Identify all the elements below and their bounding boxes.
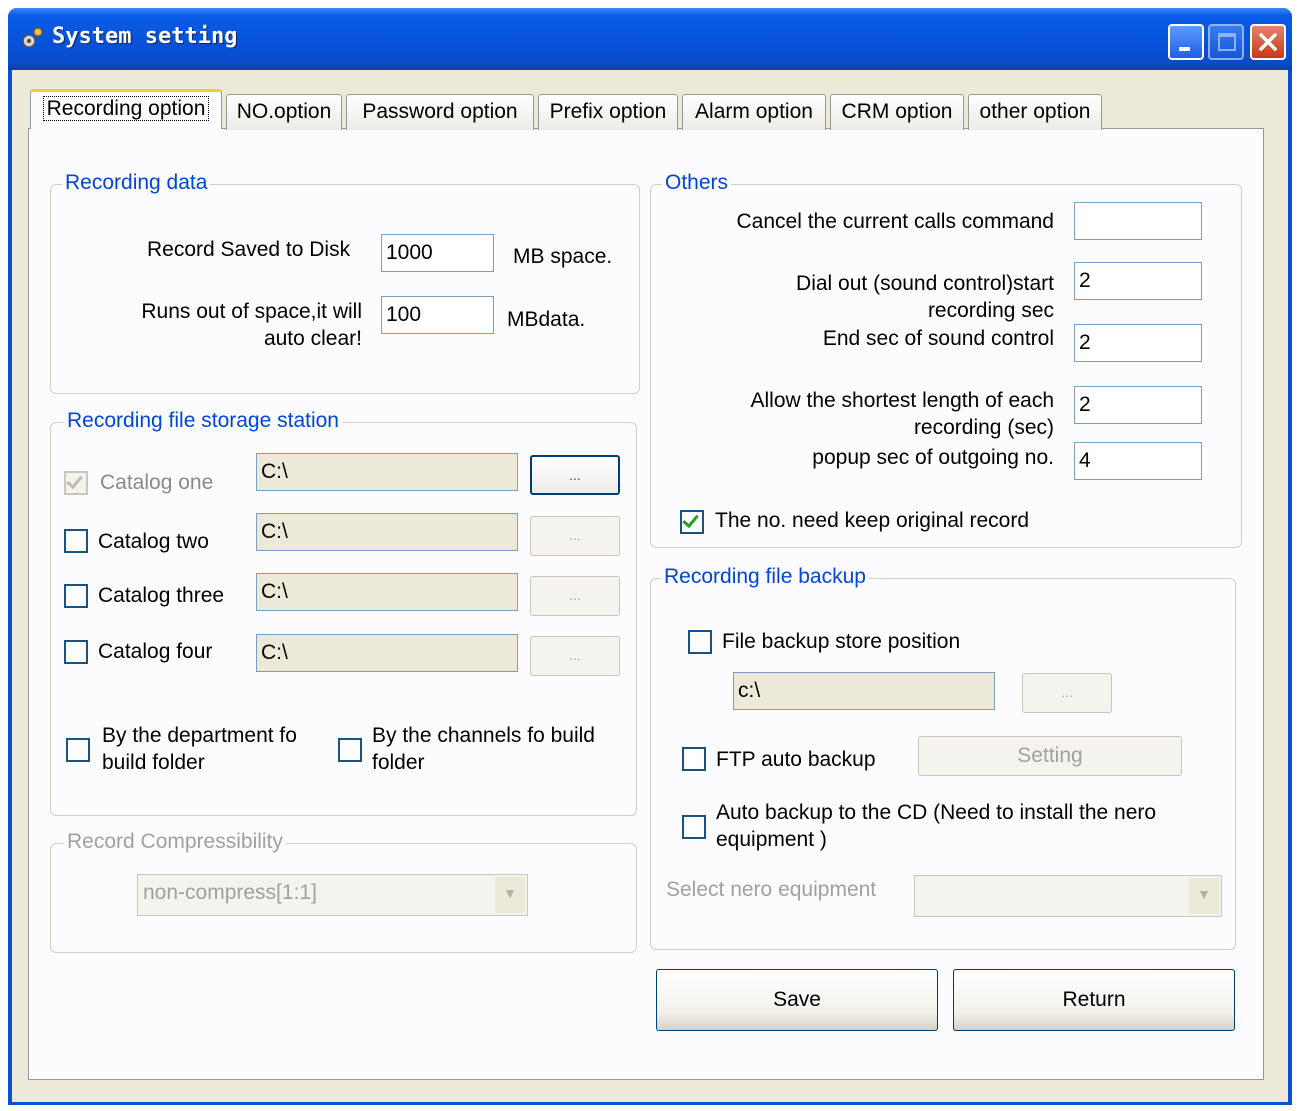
saved-to-disk-label: Record Saved to Disk (147, 238, 351, 261)
maximize-icon (1218, 33, 1236, 51)
saved-to-disk-input[interactable]: 1000 (381, 234, 494, 272)
nero-equipment-select[interactable]: ▼ (914, 875, 1222, 917)
close-button[interactable] (1250, 24, 1286, 60)
minimize-icon (1179, 47, 1190, 51)
popup-sec-input[interactable]: 4 (1074, 442, 1202, 480)
tab-recording-option[interactable]: Recording option (30, 89, 222, 129)
auto-clear-input[interactable]: 100 (381, 296, 494, 334)
channels-folder-checkbox[interactable] (338, 738, 362, 762)
department-folder-label-line2: build folder (102, 751, 205, 774)
catalog-two-label: Catalog two (98, 530, 209, 553)
window-title: System setting (52, 24, 238, 49)
catalog-four-path: C:\ (256, 634, 518, 672)
ftp-backup-label: FTP auto backup (716, 748, 876, 771)
tab-alarm-option[interactable]: Alarm option (682, 94, 826, 130)
mb-space-unit: MB space. (513, 245, 613, 268)
cancel-command-label: Cancel the current calls command (736, 210, 1054, 233)
catalog-four-label: Catalog four (98, 640, 213, 663)
ftp-setting-button[interactable]: Setting (918, 736, 1182, 776)
settings-gear-icon (22, 27, 43, 48)
cd-backup-checkbox[interactable] (682, 815, 706, 839)
return-button[interactable]: Return (953, 969, 1235, 1031)
tab-no-option[interactable]: NO.option (226, 94, 342, 130)
end-sec-label: End sec of sound control (822, 327, 1054, 350)
others-title: Others (662, 171, 732, 195)
compressibility-value: non-compress[1:1] (143, 881, 317, 904)
runs-out-label-line1: Runs out of space,it will (141, 300, 362, 323)
dial-out-label-line1: Dial out (sound control)start (796, 272, 1054, 295)
recording-data-group (50, 184, 640, 394)
tab-crm-option[interactable]: CRM option (830, 94, 964, 130)
runs-out-label-line2: auto clear! (263, 327, 362, 350)
channels-folder-label-line2: folder (372, 751, 425, 774)
tab-other-option[interactable]: other option (968, 94, 1102, 130)
cancel-command-input[interactable] (1074, 202, 1202, 240)
catalog-three-path: C:\ (256, 573, 518, 611)
checkmark-icon (682, 510, 699, 529)
dial-out-label-line2: recording sec (927, 299, 1054, 322)
keep-original-record-label: The no. need keep original record (715, 509, 1030, 532)
storage-station-title: Recording file storage station (64, 409, 342, 433)
keep-original-record-checkbox[interactable] (680, 510, 704, 534)
shortest-length-input[interactable]: 2 (1074, 386, 1202, 424)
backup-title: Recording file backup (661, 565, 869, 589)
catalog-four-checkbox[interactable] (64, 640, 88, 664)
department-folder-label-line1: By the department fo (102, 724, 297, 747)
maximize-button[interactable] (1208, 24, 1244, 60)
ftp-backup-checkbox[interactable] (682, 747, 706, 771)
cd-backup-label-line1: Auto backup to the CD (Need to install t… (716, 801, 1157, 824)
catalog-one-label: Catalog one (100, 471, 214, 494)
backup-store-path: c:\ (733, 672, 995, 710)
catalog-three-browse-button[interactable]: ... (530, 576, 620, 616)
shortest-length-label-line2: recording (sec) (913, 416, 1054, 439)
tab-prefix-option[interactable]: Prefix option (538, 94, 678, 130)
department-folder-checkbox[interactable] (66, 738, 90, 762)
catalog-two-checkbox[interactable] (64, 529, 88, 553)
end-sec-input[interactable]: 2 (1074, 324, 1202, 362)
compressibility-title: Record Compressibility (64, 830, 286, 854)
channels-folder-label-line1: By the channels fo build (372, 724, 595, 747)
dial-out-input[interactable]: 2 (1074, 262, 1202, 300)
close-icon (1259, 33, 1277, 51)
catalog-four-browse-button[interactable]: ... (530, 636, 620, 676)
chevron-down-icon: ▼ (1189, 878, 1219, 914)
popup-sec-label: popup sec of outgoing no. (812, 446, 1054, 469)
cd-backup-label-line2: equipment ) (716, 828, 827, 851)
chevron-down-icon: ▼ (495, 877, 525, 913)
catalog-one-browse-button[interactable]: ... (530, 455, 620, 495)
backup-store-label: File backup store position (722, 630, 961, 653)
catalog-one-path: C:\ (256, 453, 518, 491)
tab-password-option[interactable]: Password option (346, 94, 534, 130)
shortest-length-label-line1: Allow the shortest length of each (750, 389, 1054, 412)
catalog-one-checkbox[interactable] (64, 471, 88, 495)
recording-data-title: Recording data (62, 171, 211, 195)
catalog-two-browse-button[interactable]: ... (530, 516, 620, 556)
catalog-three-checkbox[interactable] (64, 584, 88, 608)
mb-data-unit: MBdata. (507, 308, 586, 331)
catalog-two-path: C:\ (256, 513, 518, 551)
checkmark-icon (66, 471, 83, 490)
save-button[interactable]: Save (656, 969, 938, 1031)
minimize-button[interactable] (1168, 24, 1204, 60)
backup-store-checkbox[interactable] (688, 630, 712, 654)
catalog-three-label: Catalog three (98, 584, 225, 607)
nero-equipment-label: Select nero equipment (666, 878, 877, 901)
backup-store-browse-button[interactable]: ... (1022, 673, 1112, 713)
compressibility-select[interactable]: non-compress[1:1] ▼ (137, 874, 528, 916)
